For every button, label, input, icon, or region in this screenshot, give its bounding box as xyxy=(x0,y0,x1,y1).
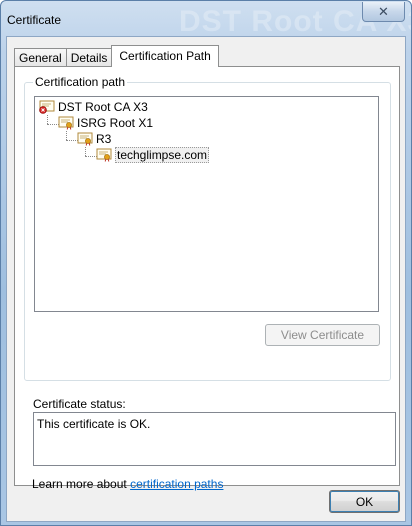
ok-button[interactable]: OK xyxy=(329,490,400,513)
tab-certification-path[interactable]: Certification Path xyxy=(111,45,219,67)
certificate-tree[interactable]: DST Root CA X3 ISRG Root X1 R3 techglimp… xyxy=(34,96,379,312)
close-icon: ✕ xyxy=(378,3,389,19)
certification-path-label: Certification path xyxy=(33,75,128,89)
tab-details[interactable]: Details xyxy=(65,48,113,67)
tree-node-label: ISRG Root X1 xyxy=(77,116,154,130)
close-button[interactable]: ✕ xyxy=(362,2,405,22)
certification-path-group: Certification path DST Root CA X3 ISRG R… xyxy=(24,75,391,381)
certification-path-panel: Certification path DST Root CA X3 ISRG R… xyxy=(14,66,400,491)
tab-general[interactable]: General xyxy=(14,48,67,67)
certificate-icon xyxy=(77,132,93,146)
learn-more-text: Learn more about certification paths xyxy=(32,477,223,491)
learn-more-prefix: Learn more about xyxy=(32,477,131,491)
tree-node-r3[interactable]: R3 xyxy=(77,131,111,147)
title-bar[interactable]: Certificate ✕ xyxy=(1,1,411,35)
tree-node-dst-root-ca-x3[interactable]: DST Root CA X3 xyxy=(39,99,148,115)
tree-node-label: DST Root CA X3 xyxy=(58,100,148,114)
certificate-icon xyxy=(58,116,74,130)
tree-node-label: R3 xyxy=(96,132,112,146)
certificate-error-icon xyxy=(39,100,55,114)
certificate-status-field[interactable]: This certificate is OK. xyxy=(33,412,396,466)
tree-node-label: techglimpse.com xyxy=(115,147,210,163)
tree-node-isrg-root-x1[interactable]: ISRG Root X1 xyxy=(58,115,153,131)
certificate-status-label: Certificate status: xyxy=(33,397,126,411)
tree-node-techglimpse-com[interactable]: techglimpse.com xyxy=(96,147,210,163)
dialog-body: General Details Certification Path Certi… xyxy=(6,36,406,522)
certification-paths-link[interactable]: certification paths xyxy=(130,477,223,491)
certificate-dialog: DST Root CA X3 Certificate ✕ General Det… xyxy=(0,0,412,526)
window-title: Certificate xyxy=(7,13,62,27)
view-certificate-button[interactable]: View Certificate xyxy=(265,324,380,346)
certificate-status-text: This certificate is OK. xyxy=(37,417,151,431)
certificate-icon xyxy=(96,148,112,162)
tab-strip: General Details Certification Path xyxy=(14,45,219,67)
